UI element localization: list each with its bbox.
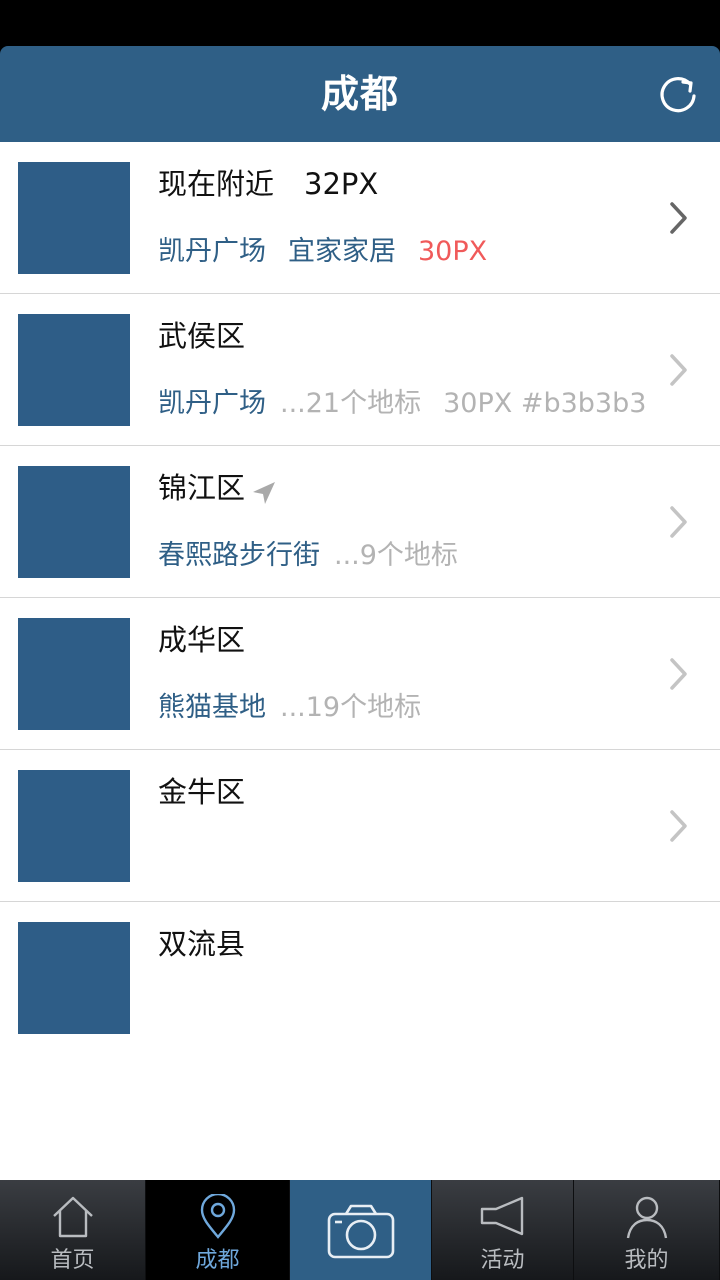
district-thumbnail — [18, 922, 130, 1034]
refresh-icon — [660, 77, 696, 113]
tab-chengdu[interactable]: 成都 — [146, 1180, 290, 1280]
district-thumbnail — [18, 162, 130, 274]
district-row[interactable]: 金牛区 — [0, 750, 720, 902]
user-icon — [624, 1194, 670, 1244]
district-thumbnail — [18, 770, 130, 882]
district-name: 金牛区 — [158, 775, 246, 809]
tab-label: 我的 — [624, 1248, 669, 1273]
landmark-count: ...9个地标 — [334, 540, 458, 571]
tab-label: 成都 — [195, 1248, 240, 1273]
size-note: 30PX — [418, 236, 488, 267]
title-size-note: 32PX — [304, 167, 379, 201]
page-title: 成都 — [320, 72, 399, 116]
chevron-right-icon — [668, 504, 690, 540]
camera-icon — [326, 1202, 396, 1264]
district-title-line: 现在附近 32PX — [158, 162, 378, 206]
landmark-count: ...19个地标 — [280, 692, 422, 723]
district-landmarks-line: 凯丹广场 宜家家居 30PX — [158, 230, 487, 274]
district-thumbnail — [18, 314, 130, 426]
chevron-right-icon — [668, 352, 690, 388]
district-name: 锦江区 — [158, 471, 246, 505]
landmark-link[interactable]: 凯丹广场 — [158, 388, 266, 419]
header-bar: 成都 — [0, 46, 720, 142]
district-thumbnail — [18, 466, 130, 578]
district-landmarks-line: 春熙路步行街 ...9个地标 — [158, 534, 458, 578]
landmark-link[interactable]: 凯丹广场 — [158, 236, 266, 267]
navigation-arrow-icon — [251, 474, 277, 504]
landmark-link[interactable]: 春熙路步行街 — [158, 540, 320, 571]
app-screen: 成都 现在附近 32PX 凯丹广场 宜家家居 30PX 武侯区 凯丹广场 ...21个地标 30… — [0, 0, 720, 1280]
district-title-line: 成华区 — [158, 618, 245, 662]
district-thumbnail — [18, 618, 130, 730]
landmark-link[interactable]: 宜家家居 — [288, 236, 396, 267]
landmark-count: ...21个地标 — [280, 388, 422, 419]
chevron-right-icon — [668, 656, 690, 692]
district-row[interactable]: 双流县 — [0, 902, 720, 1054]
district-title-line: 锦江区 — [158, 466, 277, 510]
district-name: 双流县 — [158, 927, 246, 961]
district-landmarks-line: 凯丹广场 ...21个地标 30PX #b3b3b3 — [158, 382, 646, 426]
megaphone-icon — [478, 1194, 528, 1244]
district-name: 武侯区 — [158, 319, 246, 353]
district-row[interactable]: 武侯区凯丹广场 ...21个地标 30PX #b3b3b3 — [0, 294, 720, 446]
chevron-right-icon — [668, 200, 690, 236]
district-name: 现在附近 — [158, 167, 275, 201]
tab-mine[interactable]: 我的 — [574, 1180, 720, 1280]
district-title-line: 双流县 — [158, 922, 245, 966]
bottom-tab-bar: 首页 成都 活动 我的 — [0, 1180, 720, 1280]
district-row[interactable]: 现在附近 32PX 凯丹广场 宜家家居 30PX — [0, 142, 720, 294]
tab-camera[interactable] — [290, 1180, 432, 1280]
landmark-link[interactable]: 熊猫基地 — [158, 692, 266, 723]
status-bar — [0, 0, 720, 46]
district-row[interactable]: 成华区熊猫基地 ...19个地标 — [0, 598, 720, 750]
tab-label: 活动 — [480, 1248, 525, 1273]
home-icon — [50, 1194, 96, 1244]
district-name: 成华区 — [158, 623, 246, 657]
tab-label: 首页 — [50, 1248, 95, 1273]
size-note: 30PX #b3b3b3 — [443, 388, 647, 419]
district-title-line: 金牛区 — [158, 770, 245, 814]
district-landmarks-line: 熊猫基地 ...19个地标 — [158, 686, 421, 730]
chevron-right-icon — [668, 808, 690, 844]
refresh-button[interactable] — [656, 72, 700, 116]
district-title-line: 武侯区 — [158, 314, 245, 358]
district-list: 现在附近 32PX 凯丹广场 宜家家居 30PX 武侯区 凯丹广场 ...21个地标 30PX … — [0, 142, 720, 1180]
district-row[interactable]: 锦江区春熙路步行街 ...9个地标 — [0, 446, 720, 598]
location-pin-icon — [198, 1192, 238, 1244]
tab-activity[interactable]: 活动 — [432, 1180, 574, 1280]
tab-home[interactable]: 首页 — [0, 1180, 146, 1280]
